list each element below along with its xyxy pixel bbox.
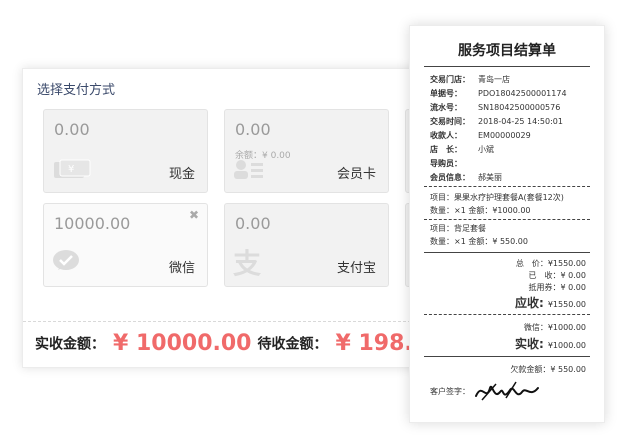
alipay-label: 支付宝 xyxy=(336,261,376,276)
info-row: 会员信息： 郝美丽 xyxy=(430,173,502,182)
info-row: 店 长： 小斌 xyxy=(430,145,494,154)
info-row: 交易时间： 2018-04-25 14:50:01 xyxy=(430,117,563,126)
wechat-label: 微信 xyxy=(168,261,195,276)
item-name: 项目：果果水疗护理套餐A(套餐12次) xyxy=(430,193,564,202)
info-row: 流水号： SN18042500000576 xyxy=(430,103,561,112)
item-detail: 数量：×1 金额：¥1000.00 xyxy=(430,206,531,215)
payment-actual: 实收: ¥1000.00 xyxy=(515,337,586,351)
payment-wechat: 微信：¥1000.00 xyxy=(523,323,586,332)
item-name: 项目：背足套餐 xyxy=(430,224,486,233)
receipt-divider xyxy=(424,252,590,253)
summary-total: 总 价：¥1550.00 xyxy=(515,259,586,268)
payment-card-alipay[interactable]: 0.00 支 支付宝 xyxy=(224,203,389,287)
wechat-amount: 10000.00 xyxy=(54,214,131,233)
received-label: 实收金额： xyxy=(35,336,105,353)
receipt: 服务项目结算单 交易门店： 青岛一店 单据号： PDO18042500001174 … xyxy=(409,25,605,423)
receipt-divider xyxy=(424,219,590,220)
pending-label: 待收金额： xyxy=(257,336,328,353)
receipt-divider xyxy=(424,66,590,67)
alipay-amount: 0.00 xyxy=(235,214,271,233)
info-row: 交易门店： 青岛一店 xyxy=(430,75,510,84)
member-card-icon xyxy=(233,158,265,184)
info-row: 导购员： xyxy=(430,159,462,168)
cash-label: 现金 xyxy=(168,167,195,182)
wechat-icon xyxy=(52,248,82,278)
receipt-title: 服务项目结算单 xyxy=(458,43,556,59)
member-label: 会员卡 xyxy=(336,167,376,182)
receipt-divider xyxy=(424,314,590,315)
alipay-icon: 支 xyxy=(233,247,262,280)
summary-paid: 已 收：¥ 0.00 xyxy=(528,271,586,280)
svg-text:¥: ¥ xyxy=(68,164,74,175)
panel-title: 选择支付方式 xyxy=(37,83,116,98)
divider xyxy=(23,321,441,322)
close-icon[interactable]: ✖ xyxy=(189,208,199,222)
info-row: 单据号： PDO18042500001174 xyxy=(430,89,567,98)
received-value: ¥ 10000.00 xyxy=(113,331,252,356)
item-detail: 数量：×1 金额：¥ 550.00 xyxy=(430,237,528,246)
summary-deduct: 抵用券：¥ 0.00 xyxy=(528,283,586,292)
cash-amount: 0.00 xyxy=(54,120,90,139)
info-row: 收款人： EM00000029 xyxy=(430,131,531,140)
owed-amount: 欠款金额：¥ 550.00 xyxy=(510,365,586,374)
receipt-divider xyxy=(424,356,590,357)
receipt-divider xyxy=(424,186,590,187)
payment-panel: 选择支付方式 0.00 ¥ 现金 0.00 余额：¥ 0.00 会员卡 1000… xyxy=(22,68,443,368)
totals-bar: 实收金额： ¥ 10000.00 待收金额： ¥ 198.00 xyxy=(35,331,449,356)
payment-card-cash[interactable]: 0.00 ¥ 现金 xyxy=(43,109,208,193)
summary-due: 应收: ¥1550.00 xyxy=(515,296,586,310)
payment-card-wechat[interactable]: 10000.00 ✖ 微信 xyxy=(43,203,208,287)
payment-card-member[interactable]: 0.00 余额：¥ 0.00 会员卡 xyxy=(224,109,389,193)
member-amount: 0.00 xyxy=(235,120,271,139)
cash-icon: ¥ xyxy=(52,158,94,184)
sign-label: 客户签字： xyxy=(430,387,470,396)
signature xyxy=(472,378,542,410)
